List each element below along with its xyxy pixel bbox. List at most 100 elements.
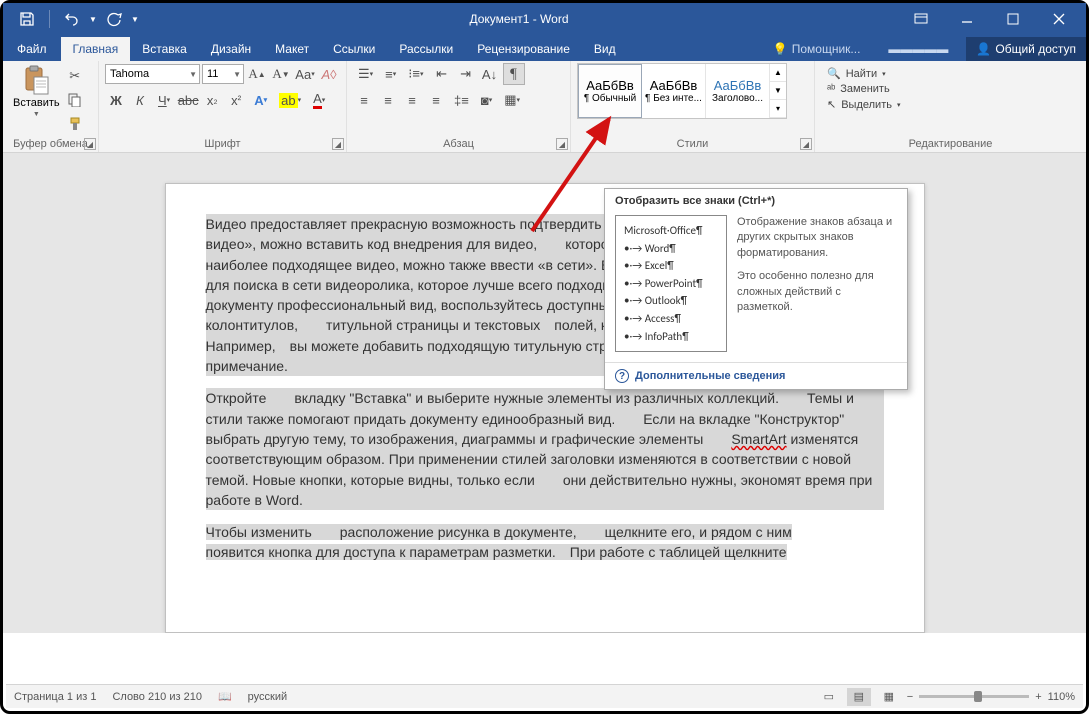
font-size-combo[interactable]: 11▼: [202, 64, 244, 84]
clipboard-icon: [21, 65, 51, 95]
quick-access-toolbar: ▼ ▼: [7, 7, 140, 31]
tab-mailings[interactable]: Рассылки: [387, 37, 465, 61]
style-heading[interactable]: АаБбВвЗаголово...: [706, 64, 770, 118]
group-font: Tahoma▼ 11▼ A▲ A▼ Aa▾ A◊ Ж К Ч▾ abc x₂ x…: [99, 61, 347, 152]
title-bar: ▼ ▼ Документ1 - Word: [3, 3, 1086, 35]
window-controls: [898, 3, 1082, 35]
tab-design[interactable]: Дизайн: [199, 37, 263, 61]
ribbon: Вставить ▼ ✂ Буфер обмена ◢ Tahoma▼ 11▼ …: [3, 61, 1086, 153]
font-color-icon[interactable]: A▾: [308, 89, 330, 111]
copy-icon[interactable]: [64, 89, 86, 111]
replace-icon: ᵃᵇ: [827, 83, 835, 95]
search-icon: 🔍: [827, 67, 841, 80]
scroll-up-icon[interactable]: ▲: [770, 64, 786, 82]
style-normal[interactable]: АаБбВв¶ Обычный: [578, 64, 642, 118]
show-marks-button[interactable]: ¶: [503, 63, 525, 85]
change-case-icon[interactable]: Aa▾: [294, 63, 316, 85]
align-right-icon[interactable]: ≡: [401, 89, 423, 111]
zoom-level[interactable]: 110%: [1048, 691, 1075, 703]
account-name[interactable]: ▬▬▬▬▬: [870, 42, 966, 56]
view-read-icon[interactable]: ▭: [817, 688, 841, 706]
view-print-icon[interactable]: ▤: [847, 688, 871, 706]
dialog-launcher-icon[interactable]: ◢: [556, 138, 568, 150]
screentip-sample: Microsoft·Office¶ •·→ Word¶ •·→ Excel¶ •…: [615, 215, 727, 352]
ribbon-tabs: Файл Главная Вставка Дизайн Макет Ссылки…: [3, 35, 1086, 61]
style-no-spacing[interactable]: АаБбВв¶ Без инте...: [642, 64, 706, 118]
screentip: Отобразить все знаки (Ctrl+*) Microsoft·…: [604, 188, 908, 390]
screentip-more-link[interactable]: ? Дополнительные сведения: [605, 362, 907, 389]
sort-icon[interactable]: A↓: [479, 63, 501, 85]
grow-font-icon[interactable]: A▲: [246, 63, 268, 85]
view-web-icon[interactable]: ▦: [877, 688, 901, 706]
zoom-in-icon[interactable]: +: [1035, 691, 1041, 703]
group-editing: 🔍Найти▾ ᵃᵇЗаменить ↖Выделить▾ Редактиров…: [815, 61, 1086, 152]
highlight-icon[interactable]: ab▾: [274, 89, 306, 111]
tab-review[interactable]: Рецензирование: [465, 37, 582, 61]
help-icon: ?: [615, 369, 629, 383]
text-effects-icon[interactable]: A▾: [249, 89, 272, 111]
qat-customize-icon[interactable]: ▼: [130, 7, 140, 31]
status-language[interactable]: русский: [248, 691, 287, 703]
zoom-out-icon[interactable]: −: [907, 691, 913, 703]
document-area[interactable]: Видео предоставляет прекрасную возможнос…: [3, 153, 1086, 633]
paste-button[interactable]: Вставить ▼: [9, 63, 64, 120]
gallery-expand-icon[interactable]: ▾: [770, 100, 786, 118]
decrease-indent-icon[interactable]: ⇤: [431, 63, 453, 85]
tab-view[interactable]: Вид: [582, 37, 628, 61]
zoom-slider[interactable]: [919, 695, 1029, 698]
chevron-down-icon: ▼: [33, 111, 40, 118]
dialog-launcher-icon[interactable]: ◢: [800, 138, 812, 150]
borders-icon[interactable]: ▦▾: [499, 89, 525, 111]
group-styles: АаБбВв¶ Обычный АаБбВв¶ Без инте... АаБб…: [571, 61, 815, 152]
ribbon-options-icon[interactable]: [898, 3, 944, 35]
undo-icon[interactable]: [60, 7, 84, 31]
line-spacing-icon[interactable]: ‡≡: [449, 89, 474, 111]
share-icon: 👤: [976, 42, 991, 56]
tab-file[interactable]: Файл: [3, 37, 61, 61]
status-proofing-icon[interactable]: 📖: [218, 690, 232, 703]
font-name-combo[interactable]: Tahoma▼: [105, 64, 200, 84]
status-page[interactable]: Страница 1 из 1: [14, 691, 96, 703]
dialog-launcher-icon[interactable]: ◢: [332, 138, 344, 150]
tab-layout[interactable]: Макет: [263, 37, 321, 61]
subscript-button[interactable]: x₂: [201, 89, 223, 111]
numbering-icon[interactable]: ≡▾: [380, 63, 401, 85]
minimize-icon[interactable]: [944, 3, 990, 35]
save-icon[interactable]: [15, 7, 39, 31]
share-button[interactable]: 👤Общий доступ: [966, 37, 1086, 61]
shrink-font-icon[interactable]: A▼: [270, 63, 292, 85]
increase-indent-icon[interactable]: ⇥: [455, 63, 477, 85]
italic-button[interactable]: К: [129, 89, 151, 111]
clear-formatting-icon[interactable]: A◊: [318, 63, 340, 85]
replace-button[interactable]: ᵃᵇЗаменить: [827, 83, 900, 95]
tab-home[interactable]: Главная: [61, 37, 131, 61]
align-left-icon[interactable]: ≡: [353, 89, 375, 111]
underline-button[interactable]: Ч▾: [153, 89, 175, 111]
multilevel-icon[interactable]: ⁝≡▾: [403, 63, 428, 85]
redo-icon[interactable]: [102, 7, 126, 31]
align-center-icon[interactable]: ≡: [377, 89, 399, 111]
bullets-icon[interactable]: ☰▾: [353, 63, 378, 85]
paragraph-3[interactable]: Чтобы изменить расположение рисунка в до…: [206, 522, 884, 563]
close-icon[interactable]: [1036, 3, 1082, 35]
find-button[interactable]: 🔍Найти▾: [827, 67, 900, 80]
tab-insert[interactable]: Вставка: [130, 37, 199, 61]
shading-icon[interactable]: ◙▾: [476, 89, 497, 111]
tell-me[interactable]: 💡Помощник...: [763, 42, 871, 56]
screentip-title: Отобразить все знаки (Ctrl+*): [605, 189, 907, 211]
tab-references[interactable]: Ссылки: [321, 37, 387, 61]
status-words[interactable]: Слово 210 из 210: [112, 691, 202, 703]
maximize-icon[interactable]: [990, 3, 1036, 35]
paragraph-2[interactable]: Откройте вкладку "Вставка" и выберите ну…: [206, 388, 884, 510]
superscript-button[interactable]: x²: [225, 89, 247, 111]
undo-dropdown-icon[interactable]: ▼: [88, 7, 98, 31]
cut-icon[interactable]: ✂: [64, 65, 86, 87]
strike-button[interactable]: abc: [177, 89, 199, 111]
justify-icon[interactable]: ≡: [425, 89, 447, 111]
styles-gallery[interactable]: АаБбВв¶ Обычный АаБбВв¶ Без инте... АаБб…: [577, 63, 787, 119]
dialog-launcher-icon[interactable]: ◢: [84, 138, 96, 150]
format-painter-icon[interactable]: [64, 113, 86, 135]
scroll-down-icon[interactable]: ▼: [770, 82, 786, 100]
select-button[interactable]: ↖Выделить▾: [827, 98, 900, 111]
bold-button[interactable]: Ж: [105, 89, 127, 111]
